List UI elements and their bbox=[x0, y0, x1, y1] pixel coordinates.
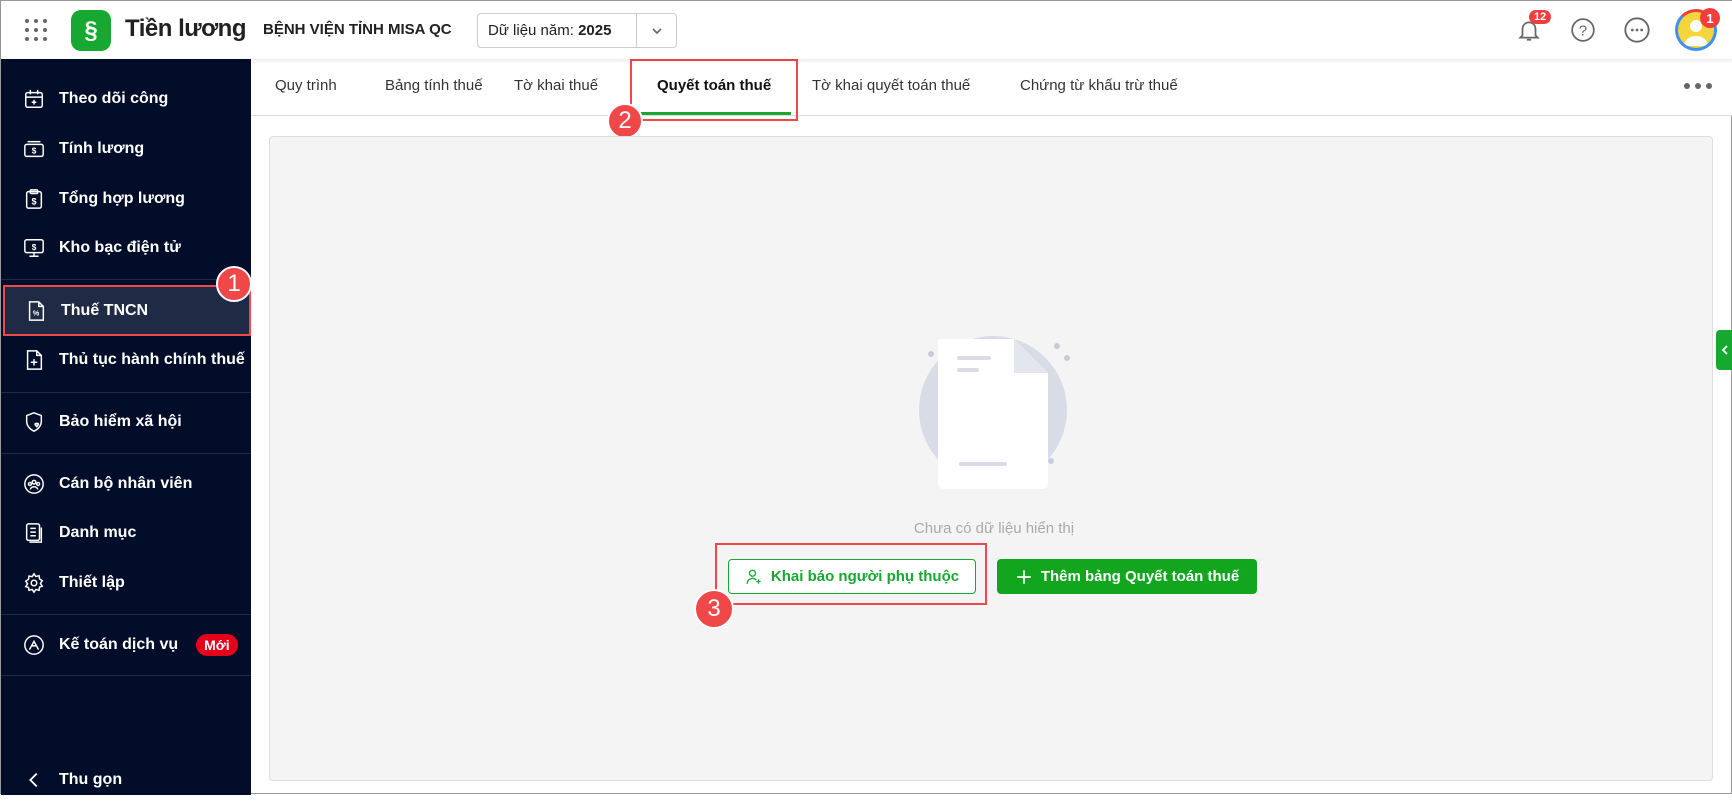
sidebar-item-danh-muc[interactable]: Danh mục bbox=[1, 510, 251, 556]
divider bbox=[1, 392, 251, 393]
shield-heart-icon bbox=[25, 412, 43, 432]
sidebar-item-thiet-lap[interactable]: Thiết lập bbox=[1, 560, 251, 606]
chevron-left-icon bbox=[1721, 345, 1728, 355]
chevron-down-icon[interactable] bbox=[636, 14, 676, 47]
year-value: 2025 bbox=[578, 22, 612, 39]
divider bbox=[1, 614, 251, 615]
monitor-dollar-icon: $ bbox=[24, 239, 44, 257]
sidebar-item-label: Cán bộ nhân viên bbox=[59, 475, 193, 492]
divider bbox=[1, 279, 251, 280]
sidebar-item-label: Kế toán dịch vụ bbox=[59, 636, 179, 653]
year-select[interactable]: Dữ liệu năm: 2025 bbox=[477, 13, 677, 48]
empty-document-illustration bbox=[919, 336, 1070, 489]
plus-icon bbox=[1017, 569, 1031, 584]
clipboard-dollar-icon: $ bbox=[25, 189, 43, 209]
add-settlement-button[interactable]: Thêm bảng Quyết toán thuế bbox=[997, 559, 1257, 594]
money-icon: $ bbox=[24, 140, 44, 158]
svg-text:?: ? bbox=[1579, 22, 1587, 39]
tab-bang-tinh-thue[interactable]: Bảng tính thuế bbox=[385, 77, 483, 94]
sidebar-item-tong-hop-luong[interactable]: $ Tổng hợp lương bbox=[1, 176, 251, 222]
sidebar-item-label: Bảo hiểm xã hội bbox=[59, 413, 182, 430]
svg-text:$: $ bbox=[31, 197, 36, 207]
step-2-marker: 2 bbox=[607, 103, 643, 139]
tab-bar: Quy trình Bảng tính thuế Tờ khai thuế Qu… bbox=[251, 59, 1732, 116]
sidebar-item-tinh-luong[interactable]: $ Tính lương bbox=[1, 126, 251, 172]
people-icon bbox=[24, 474, 44, 494]
avatar-badge: 1 bbox=[1700, 8, 1720, 28]
file-plus-icon bbox=[26, 350, 43, 370]
calendar-icon bbox=[25, 89, 43, 108]
more-tabs-icon[interactable] bbox=[1683, 81, 1713, 91]
divider bbox=[1, 675, 251, 676]
app-launcher-icon[interactable] bbox=[25, 19, 47, 41]
add-settlement-label: Thêm bảng Quyết toán thuế bbox=[1040, 568, 1240, 585]
chevron-left-icon bbox=[29, 772, 38, 788]
sidebar-item-ke-toan-dich-vu[interactable]: Kế toán dịch vụ Mới bbox=[1, 622, 251, 668]
sidebar-item-label: Theo dõi công bbox=[59, 90, 169, 107]
gear-icon bbox=[24, 572, 44, 594]
svg-text:$: $ bbox=[32, 147, 37, 156]
expand-right-panel-button[interactable] bbox=[1716, 330, 1732, 370]
tab-chung-tu-khau-tru-thue[interactable]: Chứng từ khấu trừ thuế bbox=[1020, 77, 1178, 94]
app-logo-icon: § bbox=[71, 10, 111, 51]
divider bbox=[1, 453, 251, 454]
step-1-marker: 1 bbox=[216, 266, 252, 302]
year-label: Dữ liệu năm: bbox=[488, 22, 574, 39]
new-badge: Mới bbox=[196, 634, 238, 656]
tab-to-khai-thue[interactable]: Tờ khai thuế bbox=[514, 77, 598, 94]
sidebar-item-label: Tổng hợp lương bbox=[59, 190, 185, 207]
step-1-highlight bbox=[3, 285, 251, 336]
sidebar-item-label: Tính lương bbox=[59, 140, 145, 157]
sidebar-item-label: Thủ tục hành chính thuế bbox=[59, 351, 245, 368]
accounting-icon bbox=[24, 635, 44, 655]
step-3-highlight bbox=[715, 543, 987, 605]
more-options-icon[interactable] bbox=[1621, 14, 1653, 46]
svg-text:$: $ bbox=[32, 243, 37, 252]
empty-state-text: Chưa có dữ liệu hiển thị bbox=[913, 520, 1075, 537]
collapse-label: Thu gọn bbox=[59, 771, 123, 788]
sidebar-item-bao-hiem-xa-hoi[interactable]: Bảo hiểm xã hội bbox=[1, 399, 251, 445]
help-icon[interactable]: ? bbox=[1567, 14, 1599, 46]
sidebar-item-label: Danh mục bbox=[59, 524, 137, 541]
sidebar-item-label: Thiết lập bbox=[59, 574, 125, 591]
sidebar: Theo dõi công $ Tính lương $ Tổng hợp lươn… bbox=[1, 59, 252, 795]
notification-count-badge: 12 bbox=[1529, 10, 1552, 24]
sidebar-item-label: Kho bạc điện tử bbox=[59, 239, 181, 256]
sidebar-item-can-bo-nhan-vien[interactable]: Cán bộ nhân viên bbox=[1, 461, 251, 507]
sidebar-item-theo-doi-cong[interactable]: Theo dõi công bbox=[1, 76, 251, 122]
step-2-highlight bbox=[630, 59, 798, 121]
top-header: § Tiền lương BỆNH VIỆN TỈNH MISA QC Dữ l… bbox=[1, 1, 1732, 59]
tab-to-khai-quyet-toan-thue[interactable]: Tờ khai quyết toán thuế bbox=[812, 77, 970, 94]
sidebar-item-thu-tuc-hanh-chinh-thue[interactable]: Thủ tục hành chính thuế bbox=[1, 337, 251, 383]
list-icon bbox=[25, 523, 43, 543]
org-name: BỆNH VIỆN TỈNH MISA QC bbox=[263, 21, 452, 38]
collapse-sidebar-button[interactable]: Thu gọn bbox=[1, 757, 251, 803]
sidebar-item-kho-bac[interactable]: $ Kho bạc điện tử bbox=[1, 225, 251, 271]
step-3-marker: 3 bbox=[694, 589, 734, 629]
tab-quy-trinh[interactable]: Quy trình bbox=[275, 77, 337, 94]
app-title: Tiền lương bbox=[125, 15, 247, 42]
